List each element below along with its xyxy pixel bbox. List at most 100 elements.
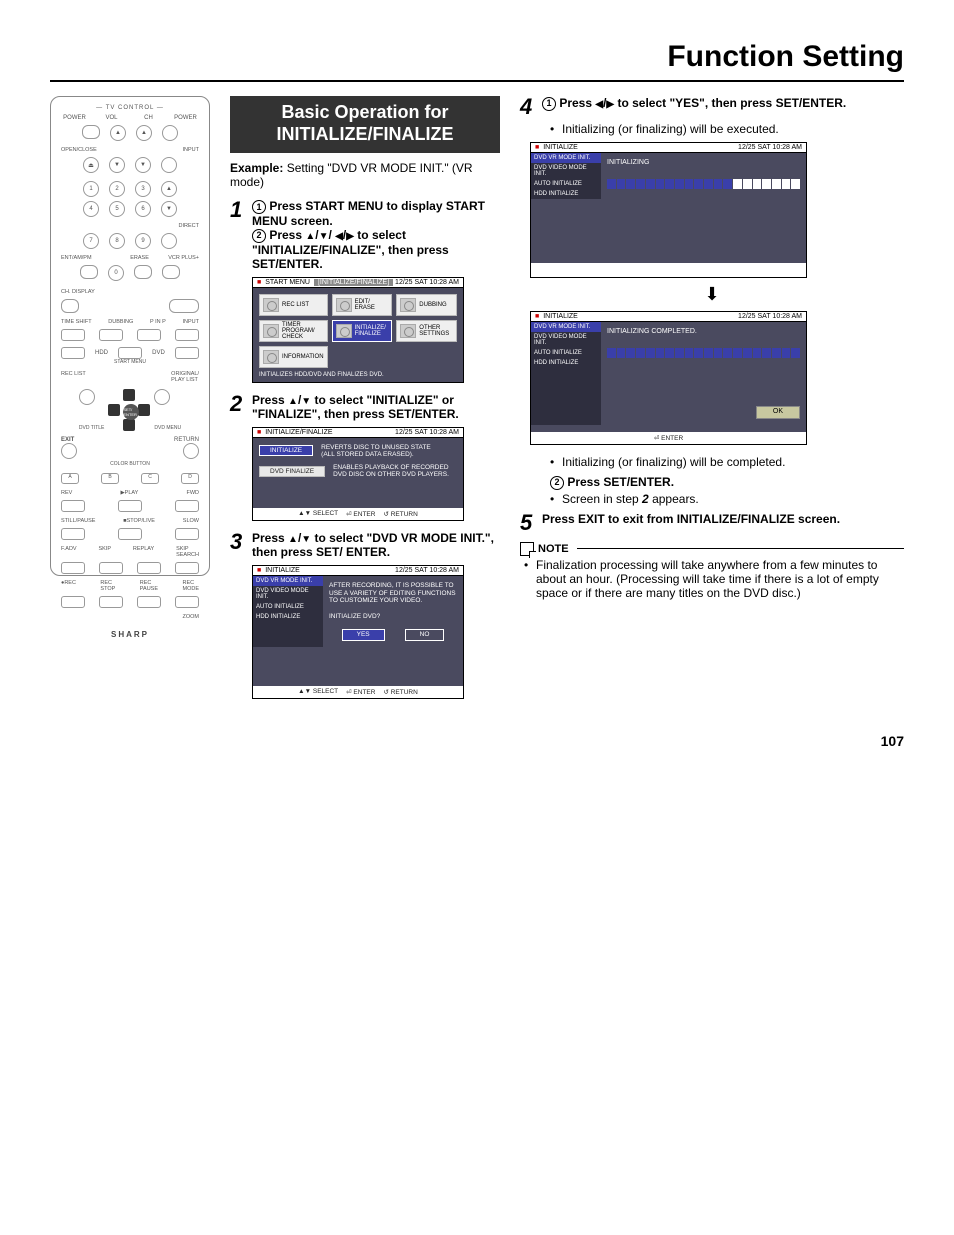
- input-button: [161, 157, 177, 173]
- page-title: Function Setting: [50, 40, 904, 74]
- play-button: [118, 500, 142, 512]
- rec-pause-button: [137, 596, 161, 608]
- dvd-title-label: DVD TITLE: [79, 425, 104, 431]
- section-heading: Basic Operation for INITIALIZE/FINALIZE: [230, 96, 500, 153]
- fadv-button: [61, 562, 85, 574]
- zoom-label: ZOOM: [183, 614, 200, 620]
- step-4-body: 1 Press / to select "YES", then press SE…: [542, 96, 904, 118]
- step-4b-bullets-2: Screen in step 2 appears.: [550, 492, 904, 506]
- osd-cell-other-settings: OTHER SETTINGS: [396, 320, 457, 342]
- pause-button: [61, 528, 85, 540]
- exit-button: [61, 443, 77, 459]
- rec-mode-label: REC MODE: [183, 580, 200, 592]
- dpad-left: [108, 404, 120, 416]
- ent-button: [80, 265, 98, 279]
- example-line: Example: Setting "DVD VR MODE INIT." (VR…: [230, 161, 500, 189]
- time-shift-button: [61, 329, 85, 341]
- fwd-label: FWD: [186, 490, 199, 496]
- progress-bar: [607, 179, 800, 189]
- note-text: Finalization processing will take anywhe…: [524, 558, 904, 600]
- rev-label: REV: [61, 490, 72, 496]
- osd-timestamp: 12/25 SAT 10:28 AM: [395, 279, 459, 286]
- middle-column: Basic Operation for INITIALIZE/FINALIZE …: [230, 96, 500, 709]
- osd-timestamp: 12/25 SAT 10:28 AM: [738, 313, 802, 320]
- arrow-down-icon: [301, 393, 311, 407]
- num-7-button: 7: [83, 233, 99, 249]
- step-2: 2 Press / to select "INITIALIZE" or "FIN…: [230, 393, 500, 421]
- color-c-button: C: [141, 473, 159, 484]
- tv-power-button: [82, 125, 100, 139]
- rec-list-label: REC LIST: [61, 371, 86, 383]
- osd-timestamp: 12/25 SAT 10:28 AM: [738, 144, 802, 151]
- step-4-bullets: Initializing (or finalizing) will be exe…: [550, 122, 904, 136]
- hdd-label: HDD: [88, 350, 116, 356]
- arrow-right-icon: [606, 96, 614, 110]
- rec-stop-label: REC STOP: [100, 580, 115, 592]
- osd4b-footer: ⏎ ENTER: [531, 432, 806, 444]
- page-rule: [50, 80, 904, 82]
- fwd-button: [175, 500, 199, 512]
- ch-down-button: ▼: [135, 157, 151, 173]
- ent-ampm-label: ENT/AM/PM: [61, 255, 92, 261]
- step-4b-bullet-1: Initializing (or finalizing) will be com…: [550, 455, 904, 469]
- vol-button: ▲: [110, 125, 126, 141]
- replay-label: REPLAY: [133, 546, 154, 558]
- osd4a-side-1: DVD VIDEO MODE INIT.: [531, 163, 601, 179]
- color-b-button: B: [101, 473, 119, 484]
- direct-button: [161, 233, 177, 249]
- arrow-left-icon: [595, 96, 603, 110]
- num-6-button: 6: [135, 201, 151, 217]
- rec-mode-button: [175, 596, 199, 608]
- osd4a-side-2: AUTO INITIALIZE: [531, 179, 601, 189]
- osd4b-side-0: DVD VR MODE INIT.: [531, 322, 601, 332]
- osd-cell-timer: TIMER PROGRAM/ CHECK: [259, 320, 328, 342]
- osd4b-ok: OK: [756, 406, 800, 418]
- color-a-button: A: [61, 473, 79, 484]
- osd-cell-init-finalize: INITIALIZE/ FINALIZE: [332, 320, 393, 342]
- osd-cell-rec-list: REC LIST: [259, 294, 328, 316]
- osd4b-side-1: DVD VIDEO MODE INIT.: [531, 332, 601, 348]
- arrow-right-icon: [346, 228, 354, 242]
- erase-label: ERASE: [130, 255, 149, 261]
- osd3-main: AFTER RECORDING, IT IS POSSIBLE TO USE A…: [323, 576, 463, 647]
- progress-bar-complete: [607, 348, 800, 358]
- vol-down-button: ▼: [109, 157, 125, 173]
- stop-live-label: ■STOP/LIVE: [123, 518, 155, 524]
- note-heading: NOTE: [520, 542, 904, 556]
- page-number: 107: [50, 733, 904, 749]
- pinp-button: [137, 329, 161, 341]
- input-label-2: INPUT: [182, 319, 199, 325]
- color-button-label: COLOR BUTTON: [61, 461, 199, 467]
- osd4b-side-2: AUTO INITIALIZE: [531, 348, 601, 358]
- num-3-button: 3: [135, 181, 151, 197]
- replay-button: [137, 562, 161, 574]
- step-3-number: 3: [230, 531, 252, 559]
- input-button-2: [175, 329, 199, 341]
- dvd-menu-label: DVD MENU: [154, 425, 181, 431]
- rec-pause-label: REC PAUSE: [140, 580, 158, 592]
- ch-up-button: ▲: [136, 125, 152, 141]
- rec-button: [61, 596, 85, 608]
- step-5-number: 5: [520, 512, 542, 534]
- fadv-label: F.ADV: [61, 546, 77, 558]
- dvd-button: [175, 347, 199, 359]
- osd2-row-initialize: INITIALIZE REVERTS DISC TO UNUSED STATE …: [259, 444, 457, 458]
- substep-2-icon: 2: [550, 476, 564, 490]
- step-2-number: 2: [230, 393, 252, 421]
- osd3-sidebar: DVD VR MODE INIT. DVD VIDEO MODE INIT. A…: [253, 576, 323, 647]
- osd4a-main: INITIALIZING: [601, 153, 806, 199]
- color-d-button: D: [181, 473, 199, 484]
- osd-cell-edit-erase: EDIT/ ERASE: [332, 294, 393, 316]
- start-menu-button: [118, 347, 142, 359]
- rec-label: ●REC: [61, 580, 76, 592]
- osd-cell-dubbing: DUBBING: [396, 294, 457, 316]
- osd4b-main: INITIALIZING COMPLETED. OK: [601, 322, 806, 425]
- substep-2-icon: 2: [252, 229, 266, 243]
- tv-control-label: — TV CONTROL —: [61, 105, 199, 111]
- orig-pl-button: [154, 389, 170, 405]
- slow-button: [175, 528, 199, 540]
- right-column: 4 1 Press / to select "YES", then press …: [520, 96, 904, 709]
- osd4a-sidebar: DVD VR MODE INIT. DVD VIDEO MODE INIT. A…: [531, 153, 601, 199]
- step-3-body: Press / to select "DVD VR MODE INIT.", t…: [252, 531, 500, 559]
- osd1-footer-text: INITIALIZES HDD/DVD AND FINALIZES DVD.: [259, 372, 457, 378]
